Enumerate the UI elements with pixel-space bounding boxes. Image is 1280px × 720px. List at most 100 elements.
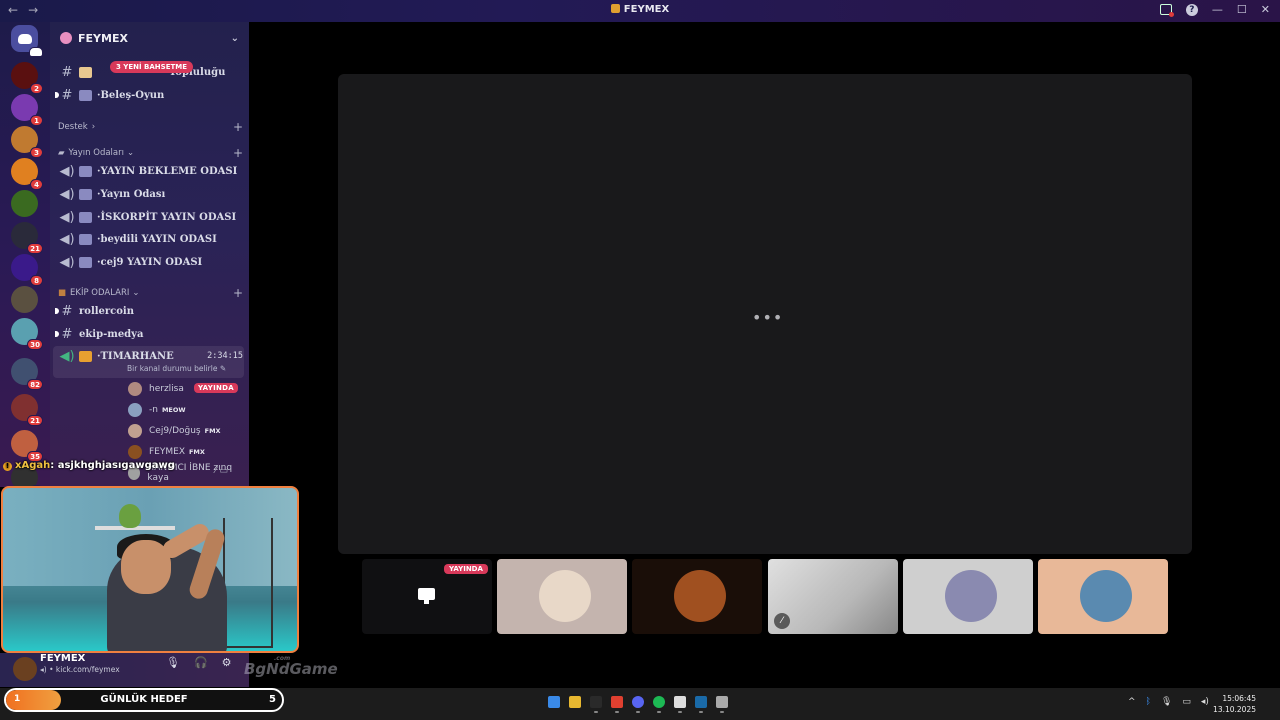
gear-icon[interactable]: ⚙	[222, 656, 232, 669]
mention-badge: 21	[27, 415, 43, 426]
watermark-logo: BgNdGame .com	[244, 655, 338, 678]
help-icon[interactable]: ?	[1185, 3, 1198, 16]
chevron-up-icon[interactable]: ^	[1128, 697, 1136, 707]
taskbar-app-icon[interactable]	[632, 696, 644, 713]
participant-tile[interactable]: ⁄	[768, 559, 898, 634]
close-button[interactable]: ✕	[1261, 3, 1270, 16]
taskbar-app-icon[interactable]	[590, 696, 602, 713]
webcam-overlay	[1, 486, 299, 653]
speaker-icon: ◂) •	[40, 665, 56, 674]
add-channel-icon[interactable]: +	[233, 286, 243, 300]
participant-tile[interactable]	[1038, 559, 1168, 634]
server-icon[interactable]: 1	[11, 94, 43, 126]
microphone-icon[interactable]: 🎙	[166, 656, 180, 669]
live-badge: YAYINDA	[444, 564, 488, 574]
main-stream-tile[interactable]: •••	[338, 74, 1192, 554]
avatar	[128, 403, 142, 417]
participant-tile[interactable]	[903, 559, 1033, 634]
channel-rollercoin[interactable]: # rollercoin	[55, 301, 243, 321]
add-channel-icon[interactable]: +	[233, 120, 243, 134]
add-channel-icon[interactable]: +	[233, 146, 243, 160]
taskbar-app-icon[interactable]	[674, 696, 686, 713]
maximize-button[interactable]: ☐	[1237, 3, 1247, 16]
window-title: FEYMEX	[0, 4, 1280, 15]
taskbar-app-icon[interactable]	[716, 696, 728, 713]
voice-user[interactable]: FEYMEX FMX	[128, 443, 244, 461]
category-destek[interactable]: Destek › +	[58, 120, 243, 134]
avatar	[128, 382, 142, 396]
server-icon[interactable]: 4	[11, 158, 43, 190]
voice-user[interactable]: Cej9/Doğuş FMX	[128, 422, 244, 440]
mention-badge: 4	[30, 179, 43, 190]
server-icon[interactable]: 2	[11, 62, 43, 94]
avatar[interactable]	[13, 657, 37, 681]
server-icon[interactable]	[11, 286, 38, 313]
minimize-button[interactable]: —	[1212, 3, 1223, 16]
voice-channel[interactable]: ◀) · İSKORPİT YAYIN ODASI	[58, 207, 243, 227]
avatar	[945, 570, 997, 622]
role-tag: MEOW	[161, 406, 186, 414]
pencil-icon: ✎	[219, 364, 227, 373]
stream-stage: ••• YAYINDA ⁄	[249, 22, 1280, 687]
voice-user[interactable]: -n MEOW	[128, 401, 244, 419]
title-bar: ← → FEYMEX ? — ☐ ✕	[0, 0, 1280, 22]
app-window: ← → FEYMEX ? — ☐ ✕ 72134218308221353 FEY…	[0, 0, 1280, 720]
taskbar-app-icon[interactable]	[695, 696, 707, 713]
folder-emoji-icon: ▰	[58, 148, 65, 158]
clock[interactable]: 15:06:45 13.10.2025	[1213, 693, 1256, 715]
volume-icon[interactable]: ◂)	[1201, 697, 1209, 707]
home-button[interactable]: 7	[11, 25, 43, 57]
start-button[interactable]	[548, 696, 560, 708]
voice-channel[interactable]: ◀) · cej9 YAYIN ODASI	[58, 252, 243, 272]
voice-duration: 2:34:15	[207, 351, 243, 361]
taskbar-app-icon[interactable]	[569, 696, 581, 708]
taskbar-app-icon[interactable]	[653, 696, 665, 713]
participant-tile[interactable]: YAYINDA	[362, 559, 492, 634]
channel-status-prompt[interactable]: Bir kanal durumu belirle ✎	[127, 364, 226, 373]
taskbar-app-icon[interactable]	[611, 696, 623, 713]
voice-channel-timarhane[interactable]: ◀) · TIMARHANE 2:34:15	[58, 346, 243, 366]
new-mentions-pill[interactable]: 3 YENİ BAHSETME	[110, 61, 194, 73]
text-channel-icon: #	[61, 64, 73, 80]
lock-emoji-icon	[79, 350, 92, 362]
channel-emoji-icon	[79, 66, 92, 78]
participant-tile[interactable]	[497, 559, 627, 634]
category-ekip-odalari[interactable]: ■ EKİP ODALARI ⌄ +	[58, 286, 243, 300]
microphone-icon[interactable]: 🎙	[1161, 697, 1172, 707]
mention-badge: 30	[27, 339, 43, 350]
server-icon[interactable]: 30	[11, 318, 43, 350]
server-icon[interactable]: 35	[11, 430, 43, 462]
server-header[interactable]: FEYMEX ⌄	[50, 22, 249, 54]
mention-badge: 7	[29, 47, 43, 57]
channel-beles-oyun[interactable]: # · Beleş-Oyun	[55, 85, 243, 105]
avatar	[128, 424, 142, 438]
text-channel-icon: #	[61, 303, 73, 319]
server-logo-icon	[610, 4, 620, 13]
server-icon[interactable]: 3	[11, 126, 43, 158]
server-icon[interactable]: 21	[11, 222, 43, 254]
server-icon[interactable]: 82	[11, 358, 43, 390]
chevron-down-icon[interactable]: ⌄	[231, 33, 239, 44]
server-icon[interactable]	[11, 190, 38, 217]
headphones-icon[interactable]: 🎧	[194, 656, 208, 669]
mention-badge: 8	[30, 275, 43, 286]
role-tag: FMX	[204, 427, 221, 435]
text-channel-icon: #	[61, 87, 73, 103]
display-icon[interactable]: ▭	[1182, 697, 1191, 707]
server-icon[interactable]: 8	[11, 254, 43, 286]
voice-channel[interactable]: ◀) · Yayın Odası	[58, 184, 243, 204]
category-yayin-odalari[interactable]: ▰ Yayın Odaları ⌄ +	[58, 146, 243, 160]
bluetooth-icon[interactable]: ᛒ	[1146, 697, 1151, 707]
channel-emoji-icon	[79, 188, 92, 200]
avatar	[128, 445, 142, 459]
voice-channel[interactable]: ◀) · YAYIN BEKLEME ODASI	[58, 161, 243, 181]
participant-tile[interactable]	[632, 559, 762, 634]
inbox-icon[interactable]	[1159, 4, 1174, 17]
alert-icon: !	[3, 462, 12, 471]
voice-channel[interactable]: ◀) · beydili YAYIN ODASI	[58, 229, 243, 249]
avatar	[674, 570, 726, 622]
toy-figure	[119, 504, 141, 528]
channel-ekip-medya[interactable]: # ekip-medya	[55, 324, 243, 344]
server-icon[interactable]: 21	[11, 394, 43, 426]
speaker-icon: ◀)	[59, 231, 75, 247]
